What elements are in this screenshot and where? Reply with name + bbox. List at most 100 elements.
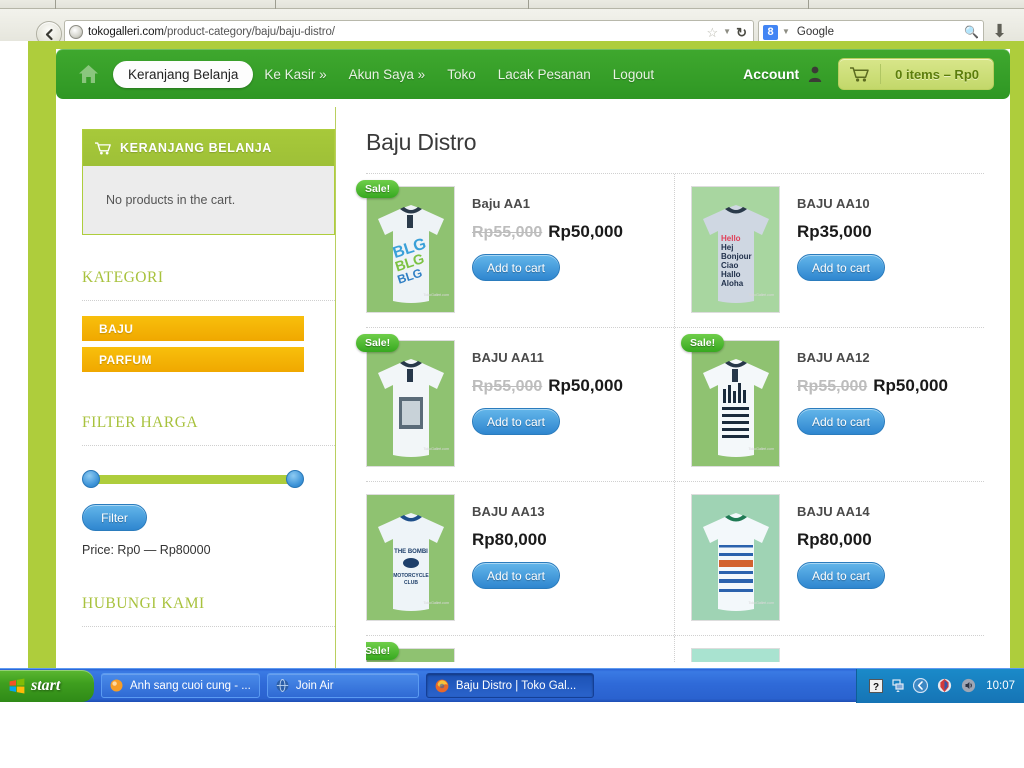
product-thumb-wrap: Sale! BLG BLG BLG TokoGalleri.com <box>356 180 455 313</box>
product-price: Rp80,000 <box>472 530 560 550</box>
account-link[interactable]: Account <box>743 66 822 82</box>
slider-handle-min[interactable] <box>82 470 100 488</box>
product-name[interactable]: Baju AA1 <box>472 196 623 211</box>
magnifier-icon[interactable]: 🔍 <box>964 25 979 39</box>
product-card[interactable]: THE BOMBI MOTORCYCLE CLUB TokoGalleri.com … <box>366 482 675 635</box>
nav-item-akun-saya[interactable]: Akun Saya » <box>338 67 437 82</box>
orange-circle-icon <box>110 679 123 692</box>
kategori-list: BAJU PARFUM <box>82 316 335 372</box>
product-name[interactable]: BAJU AA14 <box>797 504 885 519</box>
taskbar-item-join-air[interactable]: Join Air <box>266 673 419 698</box>
add-to-cart-button[interactable]: Add to cart <box>797 562 885 589</box>
product-current-price: Rp35,000 <box>797 222 872 241</box>
product-current-price: Rp50,000 <box>873 376 948 395</box>
kategori-item-parfum[interactable]: PARFUM <box>82 347 304 372</box>
browser-tab-strip[interactable] <box>0 0 1024 9</box>
product-current-price: Rp50,000 <box>548 376 623 395</box>
product-current-price: Rp80,000 <box>797 530 872 549</box>
product-name[interactable]: BAJU AA10 <box>797 196 885 211</box>
product-image[interactable]: TokoGalleri.com <box>691 340 780 467</box>
add-to-cart-button[interactable]: Add to cart <box>797 408 885 435</box>
taskbar-item-anh-sang-cuoi-cung[interactable]: Anh sang cuoi cung - ... <box>101 673 260 698</box>
product-thumb-wrap: Sale! TokoGalleri.com <box>681 334 780 467</box>
image-watermark: TokoGalleri.com <box>748 446 774 451</box>
product-info: Baju AA1 Rp55,000 Rp50,000 Add to cart <box>455 186 623 313</box>
sale-badge: Sale! <box>356 180 400 198</box>
address-bar-text: tokogalleri.com/product-category/baju/ba… <box>88 26 335 38</box>
product-image[interactable]: TokoGalleri.com <box>366 340 455 467</box>
reload-icon[interactable]: ↻ <box>736 26 747 39</box>
star-icon[interactable]: ☆ <box>707 26 719 39</box>
taskbar-item-baju-distro[interactable]: Baju Distro | Toko Gal... <box>425 673 594 698</box>
show-hidden-icon[interactable] <box>913 678 929 693</box>
blue-globe-icon <box>276 679 289 692</box>
product-card[interactable] <box>675 636 984 662</box>
chevron-down-icon[interactable]: ▼ <box>782 28 790 36</box>
svg-text:Hello: Hello <box>721 234 741 243</box>
product-name[interactable]: BAJU AA11 <box>472 350 623 365</box>
nav-item-lacak-pesanan[interactable]: Lacak Pesanan <box>487 67 602 82</box>
product-image[interactable]: BLG BLG BLG TokoGalleri.com <box>366 186 455 313</box>
product-card[interactable]: TokoGalleri.com BAJU AA14 Rp80,000 Add t… <box>675 482 984 635</box>
svg-text:Hallo: Hallo <box>721 270 741 279</box>
system-tray: ? 10:07 <box>856 668 1024 703</box>
price-range-slider[interactable] <box>82 470 304 488</box>
cart-total-label: 0 items – Rp0 <box>895 66 979 82</box>
product-card[interactable]: Sale! TokoGalleri.com BAJU AA12 Rp55,000… <box>675 328 984 481</box>
divider <box>82 300 335 301</box>
shopping-cart-icon <box>95 141 111 154</box>
taskbar-item-label: Join Air <box>295 679 334 692</box>
image-watermark: TokoGalleri.com <box>423 446 449 451</box>
add-to-cart-button[interactable]: Add to cart <box>472 562 560 589</box>
cart-widget-body: No products in the cart. <box>83 166 334 234</box>
nav-item-logout[interactable]: Logout <box>602 67 665 82</box>
product-info: BAJU AA13 Rp80,000 Add to cart <box>455 494 560 621</box>
web-page: Keranjang Belanja Ke Kasir » Akun Saya »… <box>0 41 1024 668</box>
tab-divider <box>808 0 809 9</box>
divider <box>82 626 335 627</box>
product-card[interactable]: Sale! TokoGalleri.com BAJU AA11 Rp55,000… <box>356 328 675 481</box>
image-watermark: TokoGalleri.com <box>423 600 449 605</box>
home-icon[interactable] <box>78 64 99 84</box>
svg-text:Hej: Hej <box>721 243 733 252</box>
filter-harga-widget: FILTER HARGA Filter Price: Rp0 — Rp80000 <box>82 414 335 557</box>
product-listing: Baju Distro Sale! BLG BLG BLG TokoGalleri.… <box>336 129 1010 662</box>
product-info: BAJU AA11 Rp55,000 Rp50,000 Add to cart <box>455 340 623 467</box>
nav-item-ke-kasir[interactable]: Ke Kasir » <box>253 67 337 82</box>
cart-empty-text: No products in the cart. <box>106 193 236 207</box>
nav-item-toko[interactable]: Toko <box>436 67 487 82</box>
svg-text:CLUB: CLUB <box>404 580 418 586</box>
kategori-item-baju[interactable]: BAJU <box>82 316 304 341</box>
add-to-cart-button[interactable]: Add to cart <box>797 254 885 281</box>
svg-text:Bonjour: Bonjour <box>721 252 752 261</box>
product-image[interactable]: Hello Hej Bonjour Ciao Hallo Aloha TokoGaller… <box>691 186 780 313</box>
product-current-price: Rp80,000 <box>472 530 547 549</box>
chevron-down-icon[interactable]: ▼ <box>723 28 731 36</box>
download-arrow-icon[interactable]: ⬇ <box>992 22 1007 40</box>
slider-handle-max[interactable] <box>286 470 304 488</box>
product-card[interactable]: Hello Hej Bonjour Ciao Hallo Aloha TokoGaller… <box>675 174 984 327</box>
product-thumb-wrap: Hello Hej Bonjour Ciao Hallo Aloha TokoGaller… <box>691 186 780 313</box>
filter-button[interactable]: Filter <box>82 504 147 531</box>
slider-track <box>91 475 295 484</box>
product-card[interactable]: Sale! <box>366 636 675 662</box>
svg-text:?: ? <box>873 682 879 693</box>
add-to-cart-button[interactable]: Add to cart <box>472 254 560 281</box>
product-name[interactable]: BAJU AA13 <box>472 504 560 519</box>
network-icon[interactable] <box>892 678 904 693</box>
help-icon[interactable]: ? <box>869 678 884 693</box>
product-card[interactable]: Sale! BLG BLG BLG TokoGalleri.com Baju AA1… <box>356 174 675 327</box>
product-image[interactable] <box>691 648 780 662</box>
nav-item-keranjang-belanja[interactable]: Keranjang Belanja <box>113 60 254 88</box>
svg-text:Aloha: Aloha <box>721 279 744 288</box>
antivirus-icon[interactable] <box>937 678 952 693</box>
product-row: Sale! BLG BLG BLG TokoGalleri.com Baju AA1… <box>356 174 984 328</box>
firefox-icon <box>435 679 449 692</box>
cart-button[interactable]: 0 items – Rp0 <box>838 58 994 90</box>
product-name[interactable]: BAJU AA12 <box>797 350 948 365</box>
add-to-cart-button[interactable]: Add to cart <box>472 408 560 435</box>
start-button[interactable]: start <box>0 669 94 702</box>
product-image[interactable]: TokoGalleri.com <box>691 494 780 621</box>
product-image[interactable]: THE BOMBI MOTORCYCLE CLUB TokoGalleri.com <box>366 494 455 621</box>
volume-icon[interactable] <box>961 678 976 693</box>
